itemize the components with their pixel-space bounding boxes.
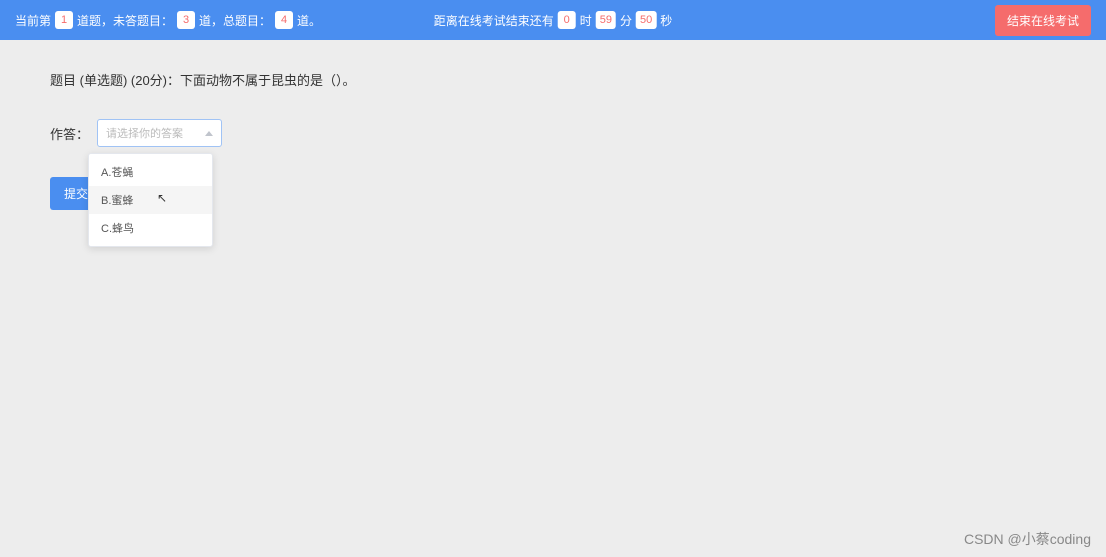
total-num: 4: [275, 11, 293, 29]
current-prefix: 当前第: [15, 12, 51, 29]
cursor-icon: ↖: [157, 191, 167, 205]
select-placeholder: 请选择你的答案: [106, 125, 183, 141]
exam-content: 题目 (单选题) (20分)：下面动物不属于昆虫的是（）。 作答： 请选择你的答…: [0, 40, 1106, 240]
timer-info: 距离在线考试结束还有 0 时 59 分 50 秒: [434, 11, 673, 29]
option-b-label: B.蜜蜂: [101, 195, 133, 207]
question-text: 题目 (单选题) (20分)：下面动物不属于昆虫的是（）。: [50, 70, 1056, 89]
minutes-label: 分: [620, 12, 632, 29]
timer-prefix: 距离在线考试结束还有: [434, 12, 554, 29]
dropdown-option-a[interactable]: A.苍蝇: [89, 158, 212, 186]
unanswered-num: 3: [177, 11, 195, 29]
progress-info: 当前第 1 道题，未答题目： 3 道，总题目： 4 道。: [15, 11, 321, 29]
seconds-num: 50: [636, 11, 656, 29]
mid-text: 道，总题目：: [199, 12, 271, 29]
answer-dropdown: A.苍蝇 B.蜜蜂 ↖ C.蜂鸟: [88, 153, 213, 247]
answer-label: 作答：: [50, 124, 89, 143]
exam-header: 当前第 1 道题，未答题目： 3 道，总题目： 4 道。 距离在线考试结束还有 …: [0, 0, 1106, 40]
answer-select[interactable]: 请选择你的答案: [97, 119, 222, 147]
end-text: 道。: [297, 12, 321, 29]
watermark: CSDN @小蔡coding: [964, 529, 1091, 549]
dropdown-option-b[interactable]: B.蜜蜂 ↖: [89, 186, 212, 214]
minutes-num: 59: [596, 11, 616, 29]
answer-row: 作答： 请选择你的答案 A.苍蝇 B.蜜蜂 ↖ C.蜂鸟: [50, 119, 1056, 147]
header-right: 结束在线考试: [995, 5, 1091, 36]
dropdown-option-c[interactable]: C.蜂鸟: [89, 214, 212, 242]
hours-num: 0: [558, 11, 576, 29]
end-exam-button[interactable]: 结束在线考试: [995, 5, 1091, 36]
hours-label: 时: [580, 12, 592, 29]
seconds-label: 秒: [660, 12, 672, 29]
chevron-up-icon: [205, 131, 213, 136]
current-num: 1: [55, 11, 73, 29]
current-suffix: 道题，未答题目：: [77, 12, 173, 29]
